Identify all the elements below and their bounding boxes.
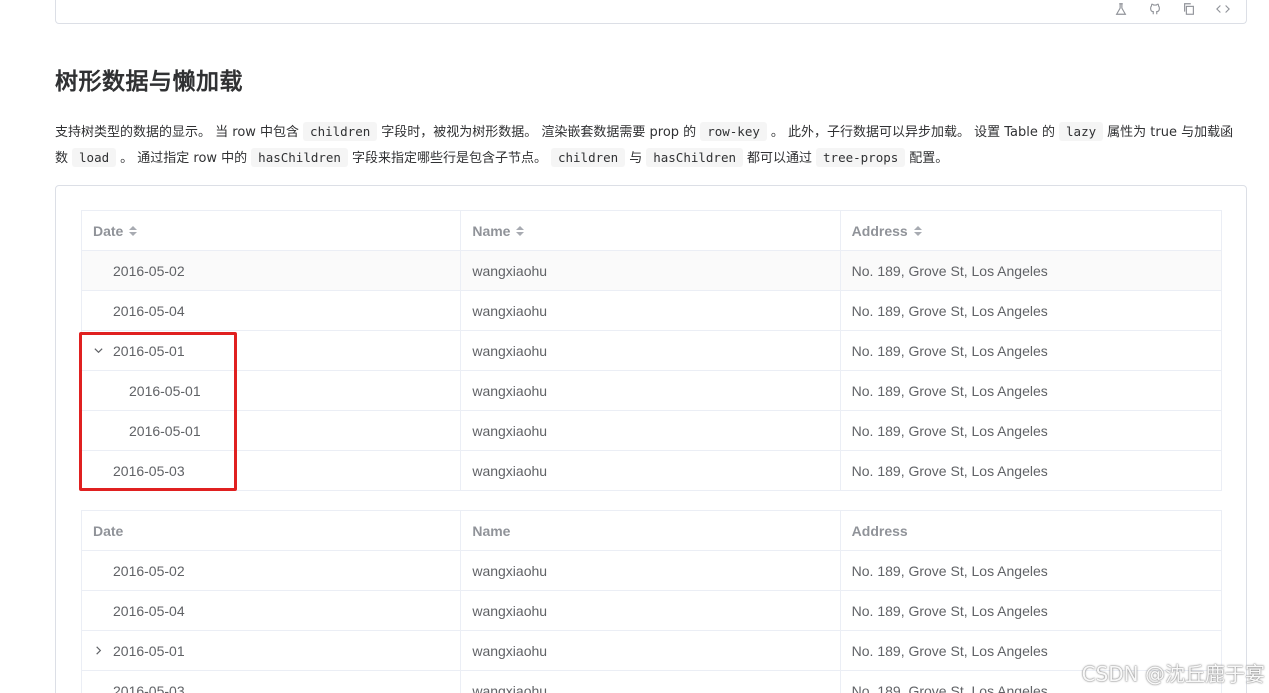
inline-code: lazy bbox=[1059, 122, 1104, 141]
cell-name: wangxiaohu bbox=[472, 262, 548, 279]
cell-name: wangxiaohu bbox=[472, 422, 548, 439]
cell-name: wangxiaohu bbox=[472, 682, 548, 693]
table-row[interactable]: 2016-05-04 wangxiaohu No. 189, Grove St,… bbox=[82, 591, 1221, 631]
header-name[interactable]: Name bbox=[461, 211, 841, 250]
cell-name: wangxiaohu bbox=[472, 642, 548, 659]
inline-code: row-key bbox=[700, 122, 767, 141]
cell-date: 2016-05-04 bbox=[113, 602, 185, 619]
cell-address: No. 189, Grove St, Los Angeles bbox=[851, 462, 1048, 479]
header-date[interactable]: Date bbox=[82, 211, 462, 250]
cell-name: wangxiaohu bbox=[472, 562, 548, 579]
cell-address: No. 189, Grove St, Los Angeles bbox=[851, 682, 1048, 693]
cell-name: wangxiaohu bbox=[472, 302, 548, 319]
code-icon[interactable] bbox=[1214, 0, 1232, 18]
cell-name: wangxiaohu bbox=[472, 342, 548, 359]
inline-code: hasChildren bbox=[251, 148, 348, 167]
cell-date: 2016-05-03 bbox=[113, 682, 185, 693]
flask-icon[interactable] bbox=[1112, 0, 1130, 18]
cell-date: 2016-05-02 bbox=[113, 262, 185, 279]
cell-date: 2016-05-02 bbox=[113, 562, 185, 579]
table-row[interactable]: 2016-05-03 wangxiaohu No. 189, Grove St,… bbox=[82, 451, 1221, 491]
cell-date: 2016-05-01 bbox=[129, 422, 201, 439]
header-date: Date bbox=[82, 511, 462, 550]
inline-code: load bbox=[72, 148, 117, 167]
section-title: 树形数据与懒加载 bbox=[55, 69, 243, 95]
demo-toolbar bbox=[1112, 0, 1232, 18]
inline-code: hasChildren bbox=[646, 148, 744, 167]
sort-caret-icon[interactable] bbox=[129, 225, 138, 236]
table-row-parent[interactable]: 2016-05-01 wangxiaohu No. 189, Grove St,… bbox=[82, 631, 1221, 671]
tree-table-lazy: Date Name Address 2016-05-02 wangxiaohu … bbox=[81, 510, 1222, 693]
cell-date: 2016-05-04 bbox=[113, 302, 185, 319]
tree-table-expanded: Date Name Address 2016-05-02 wangxiaohu … bbox=[81, 210, 1222, 491]
copy-icon[interactable] bbox=[1180, 0, 1198, 18]
cell-address: No. 189, Grove St, Los Angeles bbox=[851, 382, 1048, 399]
cell-date: 2016-05-01 bbox=[113, 342, 185, 359]
chevron-down-icon[interactable] bbox=[93, 345, 113, 356]
cell-name: wangxiaohu bbox=[472, 602, 548, 619]
cell-name: wangxiaohu bbox=[472, 462, 548, 479]
table-row[interactable]: 2016-05-02 wangxiaohu No. 189, Grove St,… bbox=[82, 251, 1221, 291]
cell-address: No. 189, Grove St, Los Angeles bbox=[851, 302, 1048, 319]
cell-date: 2016-05-03 bbox=[113, 462, 185, 479]
cell-address: No. 189, Grove St, Los Angeles bbox=[851, 262, 1048, 279]
cell-address: No. 189, Grove St, Los Angeles bbox=[851, 562, 1048, 579]
cell-address: No. 189, Grove St, Los Angeles bbox=[851, 342, 1048, 359]
watermark: CSDN @沈丘鹿于宴 bbox=[1081, 662, 1265, 686]
table-row[interactable]: 2016-05-03 wangxiaohu No. 189, Grove St,… bbox=[82, 671, 1221, 693]
table-header-row: Date Name Address bbox=[82, 211, 1221, 251]
github-icon[interactable] bbox=[1146, 0, 1164, 18]
inline-code: children bbox=[303, 122, 378, 141]
cell-date: 2016-05-01 bbox=[129, 382, 201, 399]
cell-name: wangxiaohu bbox=[472, 382, 548, 399]
table-row[interactable]: 2016-05-04 wangxiaohu No. 189, Grove St,… bbox=[82, 291, 1221, 331]
table-row-child[interactable]: 2016-05-01 wangxiaohu No. 189, Grove St,… bbox=[82, 371, 1221, 411]
header-address[interactable]: Address bbox=[841, 211, 1221, 250]
header-name: Name bbox=[461, 511, 841, 550]
table-row-child[interactable]: 2016-05-01 wangxiaohu No. 189, Grove St,… bbox=[82, 411, 1221, 451]
inline-code: children bbox=[550, 148, 626, 167]
section-description: 支持树类型的数据的显示。 当 row 中包含 children 字段时，被视为树形数… bbox=[55, 122, 1234, 167]
previous-demo-card bbox=[55, 0, 1247, 24]
cell-date: 2016-05-01 bbox=[113, 642, 185, 659]
inline-code: tree-props bbox=[816, 148, 906, 167]
sort-caret-icon[interactable] bbox=[516, 225, 525, 236]
chevron-right-icon[interactable] bbox=[93, 645, 113, 656]
header-address: Address bbox=[851, 522, 908, 539]
table-row[interactable]: 2016-05-02 wangxiaohu No. 189, Grove St,… bbox=[82, 551, 1221, 591]
sort-caret-icon[interactable] bbox=[913, 225, 922, 236]
table-header-row: Date Name Address bbox=[82, 511, 1221, 551]
cell-address: No. 189, Grove St, Los Angeles bbox=[851, 642, 1048, 659]
cell-address: No. 189, Grove St, Los Angeles bbox=[851, 422, 1048, 439]
cell-address: No. 189, Grove St, Los Angeles bbox=[851, 602, 1048, 619]
table-row-parent[interactable]: 2016-05-01 wangxiaohu No. 189, Grove St,… bbox=[82, 331, 1221, 371]
